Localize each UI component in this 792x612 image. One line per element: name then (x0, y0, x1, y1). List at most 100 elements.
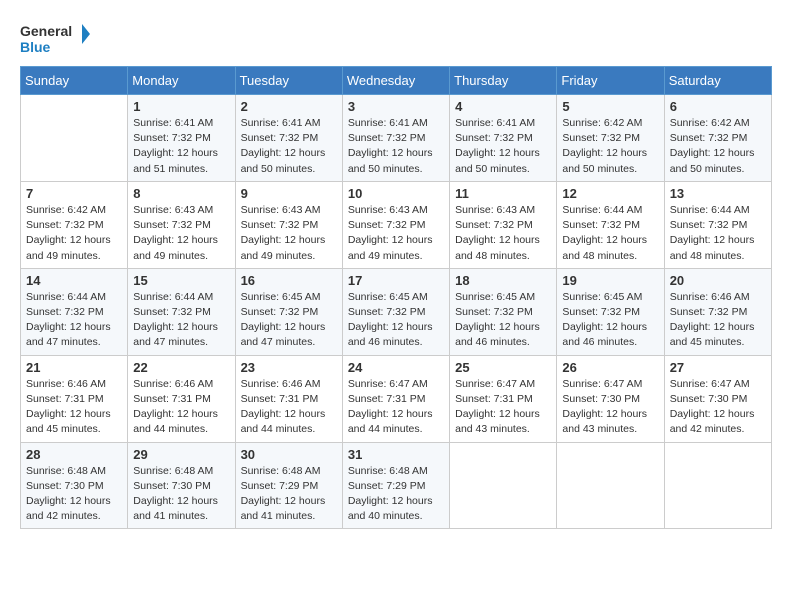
calendar-cell: 2Sunrise: 6:41 AMSunset: 7:32 PMDaylight… (235, 95, 342, 182)
day-info: Sunrise: 6:44 AMSunset: 7:32 PMDaylight:… (562, 203, 658, 264)
day-info: Sunrise: 6:44 AMSunset: 7:32 PMDaylight:… (133, 290, 229, 351)
calendar-week-row: 1 Sunrise: 6:41 AMSunset: 7:32 PMDaylight… (21, 95, 772, 182)
calendar-cell: 10 Sunrise: 6:43 AMSunset: 7:32 PMDayligh… (342, 181, 449, 268)
day-number: 15 (133, 273, 229, 288)
calendar-cell: 7 Sunrise: 6:42 AMSunset: 7:32 PMDaylight… (21, 181, 128, 268)
calendar-cell: 24Sunrise: 6:47 AMSunset: 7:31 PMDayligh… (342, 355, 449, 442)
day-info: Sunrise: 6:41 AMSunset: 7:32 PMDaylight:… (133, 116, 229, 177)
calendar-cell: 17 Sunrise: 6:45 AMSunset: 7:32 PMDayligh… (342, 268, 449, 355)
day-info: Sunrise: 6:45 AMSunset: 7:32 PMDaylight:… (455, 290, 551, 351)
day-info: Sunrise: 6:42 AMSunset: 7:32 PMDaylight:… (670, 116, 766, 177)
calendar-cell: 25 Sunrise: 6:47 AMSunset: 7:31 PMDayligh… (450, 355, 557, 442)
day-info: Sunrise: 6:48 AMSunset: 7:30 PMDaylight:… (133, 464, 229, 525)
calendar-cell: 29 Sunrise: 6:48 AMSunset: 7:30 PMDayligh… (128, 442, 235, 529)
calendar-cell: 5 Sunrise: 6:42 AMSunset: 7:32 PMDaylight… (557, 95, 664, 182)
calendar-week-row: 14 Sunrise: 6:44 AMSunset: 7:32 PMDayligh… (21, 268, 772, 355)
calendar-cell: 26Sunrise: 6:47 AMSunset: 7:30 PMDayligh… (557, 355, 664, 442)
day-info: Sunrise: 6:42 AMSunset: 7:32 PMDaylight:… (562, 116, 658, 177)
day-number: 6 (670, 99, 766, 114)
day-info: Sunrise: 6:47 AMSunset: 7:30 PMDaylight:… (562, 377, 658, 438)
calendar-body: 1 Sunrise: 6:41 AMSunset: 7:32 PMDaylight… (21, 95, 772, 529)
calendar-cell: 14 Sunrise: 6:44 AMSunset: 7:32 PMDayligh… (21, 268, 128, 355)
day-number: 27 (670, 360, 766, 375)
day-info: Sunrise: 6:43 AMSunset: 7:32 PMDaylight:… (348, 203, 444, 264)
calendar-cell: 19Sunrise: 6:45 AMSunset: 7:32 PMDayligh… (557, 268, 664, 355)
day-info: Sunrise: 6:45 AMSunset: 7:32 PMDaylight:… (241, 290, 337, 351)
day-number: 12 (562, 186, 658, 201)
day-number: 8 (133, 186, 229, 201)
logo: General Blue (20, 20, 90, 60)
day-number: 2 (241, 99, 337, 114)
calendar-cell: 12 Sunrise: 6:44 AMSunset: 7:32 PMDayligh… (557, 181, 664, 268)
day-info: Sunrise: 6:43 AMSunset: 7:32 PMDaylight:… (455, 203, 551, 264)
day-number: 1 (133, 99, 229, 114)
calendar-cell: 6 Sunrise: 6:42 AMSunset: 7:32 PMDaylight… (664, 95, 771, 182)
day-number: 22 (133, 360, 229, 375)
day-number: 7 (26, 186, 122, 201)
day-number: 5 (562, 99, 658, 114)
day-number: 30 (241, 447, 337, 462)
day-info: Sunrise: 6:41 AMSunset: 7:32 PMDaylight:… (348, 116, 444, 177)
calendar-cell (664, 442, 771, 529)
day-info: Sunrise: 6:46 AMSunset: 7:32 PMDaylight:… (670, 290, 766, 351)
calendar-cell: 23 Sunrise: 6:46 AMSunset: 7:31 PMDayligh… (235, 355, 342, 442)
day-info: Sunrise: 6:47 AMSunset: 7:31 PMDaylight:… (348, 377, 444, 438)
calendar-cell: 3Sunrise: 6:41 AMSunset: 7:32 PMDaylight… (342, 95, 449, 182)
day-info: Sunrise: 6:43 AMSunset: 7:32 PMDaylight:… (133, 203, 229, 264)
day-info: Sunrise: 6:46 AMSunset: 7:31 PMDaylight:… (133, 377, 229, 438)
svg-text:General: General (20, 23, 72, 39)
calendar-table: SundayMondayTuesdayWednesdayThursdayFrid… (20, 66, 772, 529)
day-info: Sunrise: 6:47 AMSunset: 7:30 PMDaylight:… (670, 377, 766, 438)
day-number: 10 (348, 186, 444, 201)
day-info: Sunrise: 6:45 AMSunset: 7:32 PMDaylight:… (348, 290, 444, 351)
calendar-week-row: 21 Sunrise: 6:46 AMSunset: 7:31 PMDayligh… (21, 355, 772, 442)
calendar-cell: 13 Sunrise: 6:44 AMSunset: 7:32 PMDayligh… (664, 181, 771, 268)
weekday-header: Monday (128, 67, 235, 95)
calendar-cell: 22 Sunrise: 6:46 AMSunset: 7:31 PMDayligh… (128, 355, 235, 442)
page-header: General Blue (20, 20, 772, 60)
day-number: 25 (455, 360, 551, 375)
day-info: Sunrise: 6:41 AMSunset: 7:32 PMDaylight:… (455, 116, 551, 177)
day-info: Sunrise: 6:44 AMSunset: 7:32 PMDaylight:… (670, 203, 766, 264)
weekday-header: Tuesday (235, 67, 342, 95)
calendar-cell: 15 Sunrise: 6:44 AMSunset: 7:32 PMDayligh… (128, 268, 235, 355)
day-number: 4 (455, 99, 551, 114)
calendar-cell (557, 442, 664, 529)
calendar-cell: 16 Sunrise: 6:45 AMSunset: 7:32 PMDayligh… (235, 268, 342, 355)
calendar-cell (450, 442, 557, 529)
calendar-cell: 4 Sunrise: 6:41 AMSunset: 7:32 PMDaylight… (450, 95, 557, 182)
day-number: 14 (26, 273, 122, 288)
calendar-cell: 27 Sunrise: 6:47 AMSunset: 7:30 PMDayligh… (664, 355, 771, 442)
day-info: Sunrise: 6:48 AMSunset: 7:29 PMDaylight:… (241, 464, 337, 525)
calendar-cell: 21Sunrise: 6:46 AMSunset: 7:31 PMDayligh… (21, 355, 128, 442)
day-number: 16 (241, 273, 337, 288)
day-info: Sunrise: 6:48 AMSunset: 7:30 PMDaylight:… (26, 464, 122, 525)
svg-text:Blue: Blue (20, 39, 51, 55)
day-number: 23 (241, 360, 337, 375)
day-number: 21 (26, 360, 122, 375)
day-info: Sunrise: 6:44 AMSunset: 7:32 PMDaylight:… (26, 290, 122, 351)
day-number: 28 (26, 447, 122, 462)
day-info: Sunrise: 6:48 AMSunset: 7:29 PMDaylight:… (348, 464, 444, 525)
day-number: 11 (455, 186, 551, 201)
calendar-week-row: 7 Sunrise: 6:42 AMSunset: 7:32 PMDaylight… (21, 181, 772, 268)
day-number: 19 (562, 273, 658, 288)
logo-svg: General Blue (20, 20, 90, 60)
day-info: Sunrise: 6:42 AMSunset: 7:32 PMDaylight:… (26, 203, 122, 264)
day-info: Sunrise: 6:46 AMSunset: 7:31 PMDaylight:… (241, 377, 337, 438)
calendar-week-row: 28 Sunrise: 6:48 AMSunset: 7:30 PMDayligh… (21, 442, 772, 529)
calendar-cell (21, 95, 128, 182)
weekday-header: Wednesday (342, 67, 449, 95)
calendar-cell: 1 Sunrise: 6:41 AMSunset: 7:32 PMDaylight… (128, 95, 235, 182)
calendar-cell: 8 Sunrise: 6:43 AMSunset: 7:32 PMDaylight… (128, 181, 235, 268)
day-number: 20 (670, 273, 766, 288)
day-number: 13 (670, 186, 766, 201)
day-number: 29 (133, 447, 229, 462)
calendar-cell: 31 Sunrise: 6:48 AMSunset: 7:29 PMDayligh… (342, 442, 449, 529)
calendar-cell: 9Sunrise: 6:43 AMSunset: 7:32 PMDaylight… (235, 181, 342, 268)
day-info: Sunrise: 6:47 AMSunset: 7:31 PMDaylight:… (455, 377, 551, 438)
day-number: 31 (348, 447, 444, 462)
day-number: 17 (348, 273, 444, 288)
weekday-header: Sunday (21, 67, 128, 95)
calendar-header: SundayMondayTuesdayWednesdayThursdayFrid… (21, 67, 772, 95)
